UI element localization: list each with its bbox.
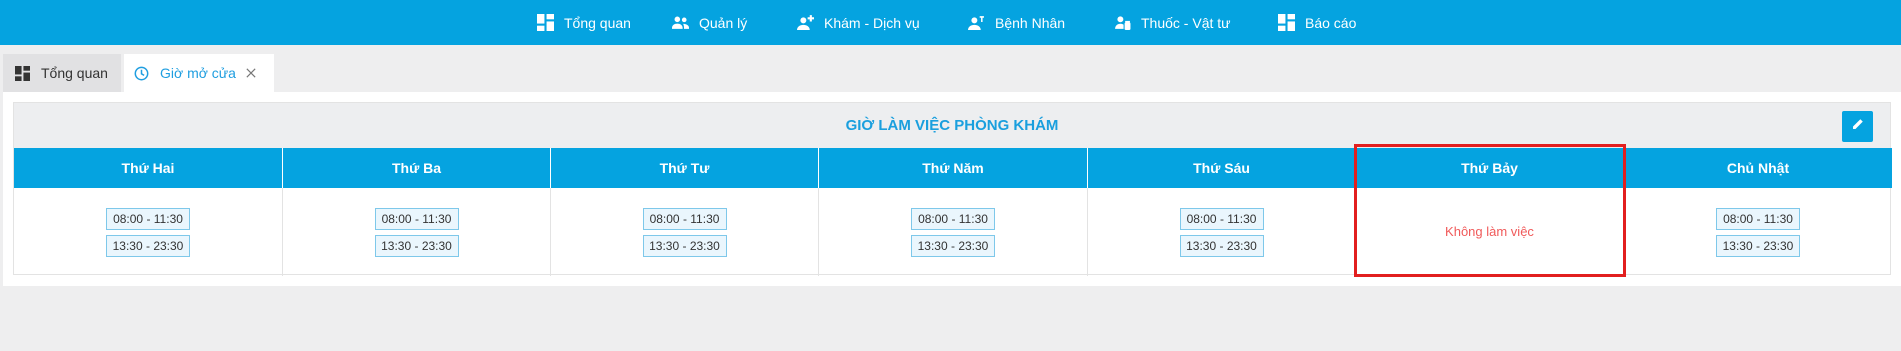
dashboard-icon [13, 64, 31, 82]
nav-item-quan-ly[interactable]: Quản lý [671, 0, 747, 45]
day-cell-thu-tu: 08:00 - 11:30 13:30 - 23:30 [551, 188, 819, 276]
day-header-thu-sau: Thứ Sáu [1088, 148, 1356, 188]
time-slot: 08:00 - 11:30 [1716, 208, 1800, 230]
day-header-thu-hai: Thứ Hai [14, 148, 283, 188]
closed-label: Không làm việc [1445, 224, 1534, 239]
tab-label: Giờ mở cửa [160, 65, 236, 81]
day-header-thu-nam: Thứ Năm [819, 148, 1088, 188]
pencil-icon [1851, 118, 1864, 136]
time-slot: 08:00 - 11:30 [642, 208, 727, 230]
time-slot: 13:30 - 23:30 [911, 235, 995, 257]
day-cell-thu-ba: 08:00 - 11:30 13:30 - 23:30 [283, 188, 551, 276]
time-slot: 13:30 - 23:30 [1716, 235, 1800, 257]
time-slot: 13:30 - 23:30 [106, 235, 190, 257]
day-header-chu-nhat: Chủ Nhật [1624, 148, 1892, 188]
medicine-icon [1113, 14, 1131, 32]
tab-bar: Tổng quan Giờ mở cửa [0, 45, 1901, 92]
time-slot: 13:30 - 23:30 [1179, 235, 1264, 257]
day-cell-chu-nhat: 08:00 - 11:30 13:30 - 23:30 [1624, 188, 1892, 276]
nav-item-label: Quản lý [699, 14, 748, 31]
report-icon [1277, 14, 1295, 32]
nav-item-thuoc-vat-tu[interactable]: Thuốc - Vật tư [1113, 0, 1231, 45]
content-panel: GIỜ LÀM VIỆC PHÒNG KHÁM Thứ Hai Thứ Ba T… [3, 92, 1901, 286]
nav-item-kham-dich-vu[interactable]: Khám - Dịch vụ [796, 0, 920, 45]
nav-item-label: Thuốc - Vật tư [1141, 14, 1231, 31]
time-slot: 13:30 - 23:30 [374, 235, 459, 257]
close-icon[interactable] [242, 64, 260, 82]
time-slot: 13:30 - 23:30 [642, 235, 727, 257]
nav-item-label: Báo cáo [1305, 14, 1357, 31]
day-cell-thu-bay: Không làm việc [1356, 188, 1624, 276]
patient-icon [967, 14, 985, 32]
card-header: GIỜ LÀM VIỆC PHÒNG KHÁM [14, 103, 1890, 148]
tab-gio-mo-cua[interactable]: Giờ mở cửa [124, 54, 274, 92]
nav-item-label: Khám - Dịch vụ [824, 14, 920, 31]
day-cell-thu-sau: 08:00 - 11:30 13:30 - 23:30 [1088, 188, 1356, 276]
nav-item-tong-quan[interactable]: Tổng quan [536, 0, 631, 45]
day-header-thu-ba: Thứ Ba [283, 148, 551, 188]
tab-label: Tổng quan [41, 65, 108, 81]
doctor-icon [796, 14, 814, 32]
time-slot: 08:00 - 11:30 [106, 208, 190, 230]
day-cell-thu-nam: 08:00 - 11:30 13:30 - 23:30 [819, 188, 1088, 276]
day-header-thu-tu: Thứ Tư [551, 148, 819, 188]
nav-item-benh-nhan[interactable]: Bệnh Nhân [967, 0, 1065, 45]
edit-button[interactable] [1842, 111, 1873, 142]
nav-item-bao-cao[interactable]: Báo cáo [1277, 0, 1356, 45]
top-navbar: Tổng quan Quản lý Khám - Dịch vụ Bệnh Nh… [0, 0, 1901, 45]
dashboard-icon [536, 14, 554, 32]
time-slot: 08:00 - 11:30 [1179, 208, 1264, 230]
day-header-thu-bay: Thứ Bảy [1356, 148, 1624, 188]
day-cell-thu-hai: 08:00 - 11:30 13:30 - 23:30 [14, 188, 283, 276]
time-slot: 08:00 - 11:30 [911, 208, 995, 230]
schedule-card: GIỜ LÀM VIỆC PHÒNG KHÁM Thứ Hai Thứ Ba T… [13, 102, 1892, 276]
people-icon [671, 14, 689, 32]
nav-item-label: Bệnh Nhân [995, 14, 1066, 31]
time-slot: 08:00 - 11:30 [374, 208, 459, 230]
nav-item-label: Tổng quan [564, 14, 631, 31]
clock-icon [132, 64, 150, 82]
schedule-title: GIỜ LÀM VIỆC PHÒNG KHÁM [845, 117, 1059, 134]
tab-tong-quan[interactable]: Tổng quan [3, 54, 121, 92]
